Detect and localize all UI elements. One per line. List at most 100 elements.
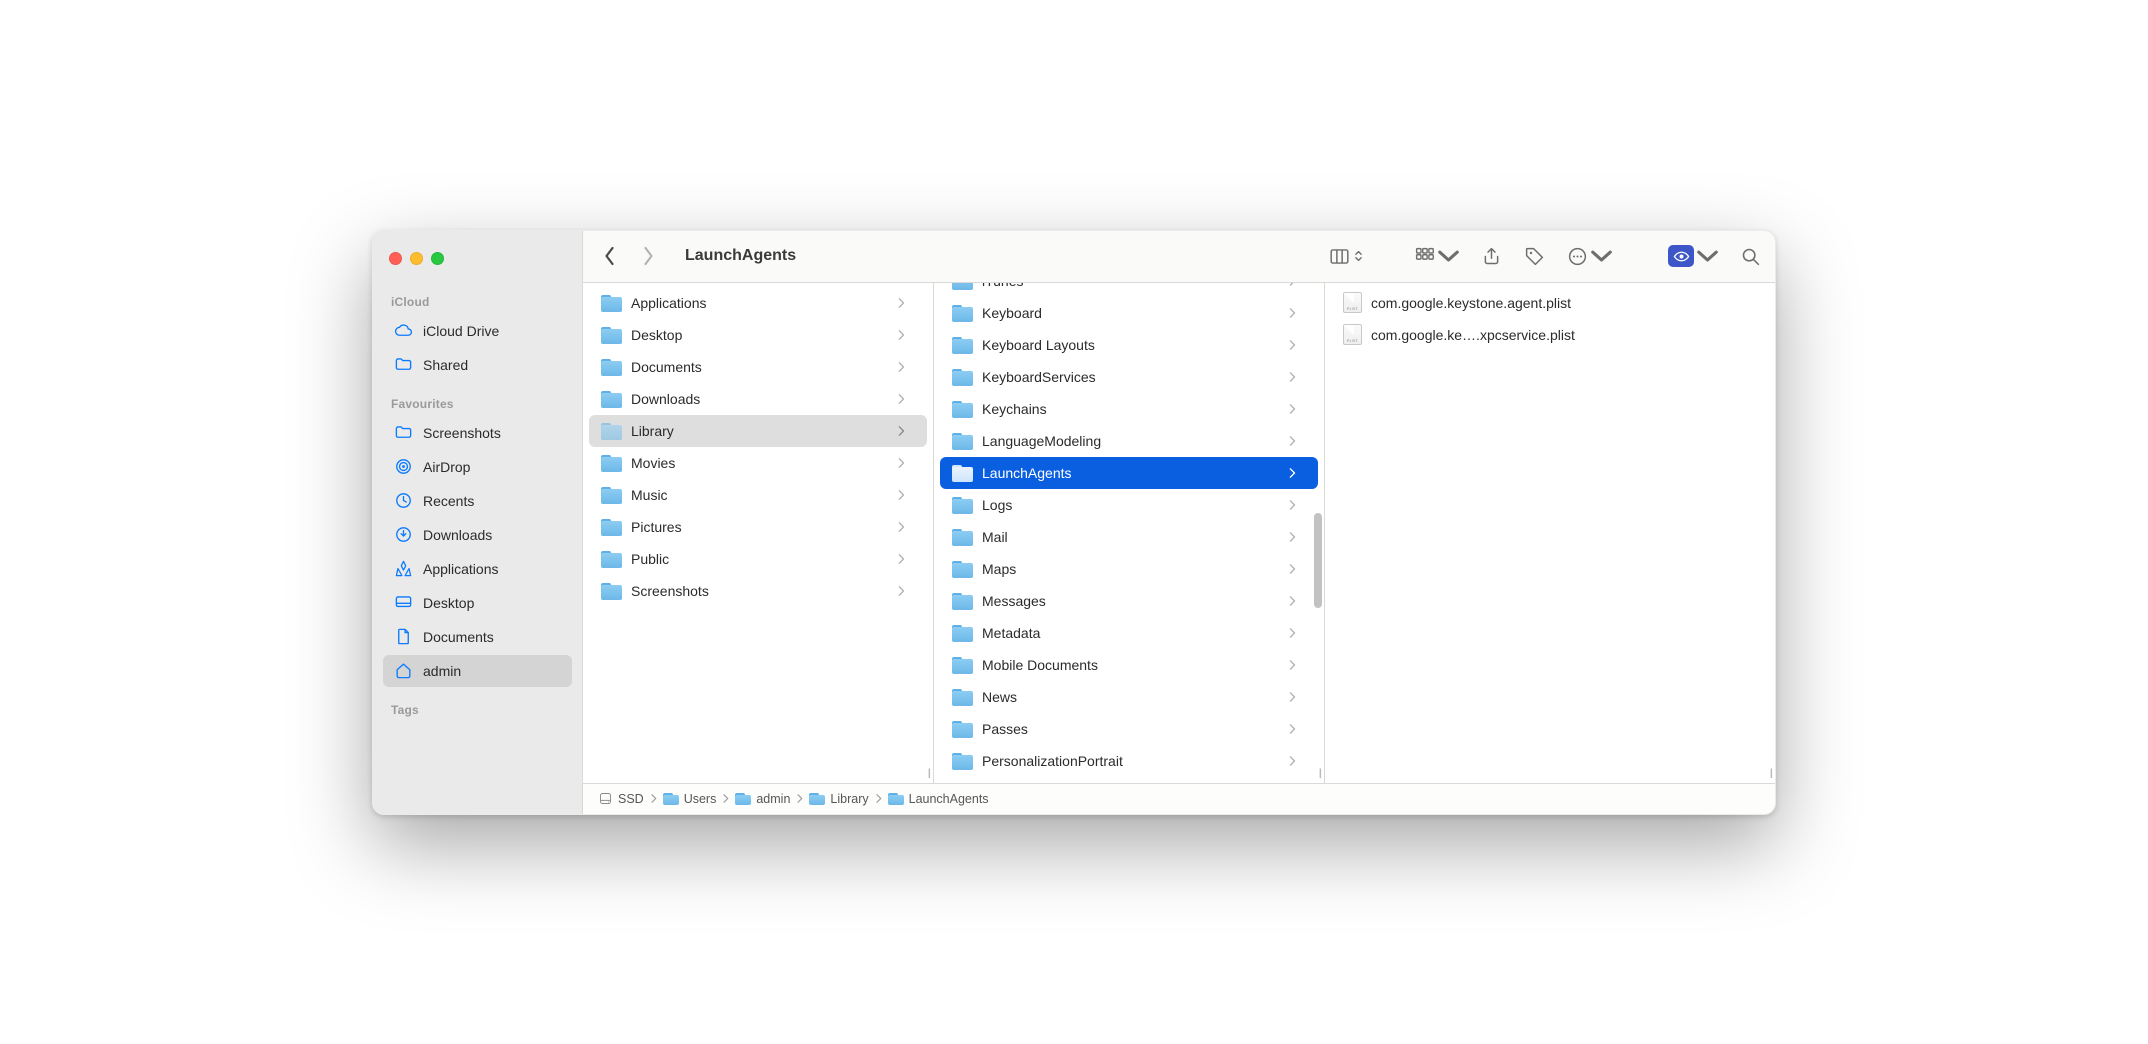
plist-icon: [1343, 292, 1362, 313]
file-row[interactable]: Public: [589, 543, 927, 575]
file-row[interactable]: Mobile Documents: [940, 649, 1318, 681]
tags-button[interactable]: [1524, 246, 1545, 267]
folder-icon: [888, 792, 904, 806]
file-row[interactable]: KeyboardServices: [940, 361, 1318, 393]
sidebar-item-applications[interactable]: Applications: [383, 553, 572, 585]
chevron-right-icon: [1288, 468, 1296, 478]
file-row[interactable]: Downloads: [589, 383, 927, 415]
file-row[interactable]: iTunes: [940, 283, 1318, 297]
file-label: Screenshots: [631, 583, 888, 599]
view-columns-button[interactable]: [1329, 246, 1364, 267]
sidebar-section-header: Favourites: [373, 393, 582, 417]
file-row[interactable]: com.google.keystone.agent.plist: [1331, 287, 1769, 319]
file-row[interactable]: Metadata: [940, 617, 1318, 649]
document-icon: [393, 627, 413, 647]
folder-icon: [952, 400, 973, 418]
file-row[interactable]: com.google.ke….xpcservice.plist: [1331, 319, 1769, 351]
sidebar-section-header: iCloud: [373, 291, 582, 315]
file-row[interactable]: Keychains: [940, 393, 1318, 425]
file-row[interactable]: Pictures: [589, 511, 927, 543]
file-row[interactable]: Keyboard Layouts: [940, 329, 1318, 361]
file-label: Downloads: [631, 391, 888, 407]
main-area: LaunchAgents: [583, 231, 1775, 814]
sidebar-item-airdrop[interactable]: AirDrop: [383, 451, 572, 483]
home-icon: [393, 661, 413, 681]
zoom-button[interactable]: [431, 252, 444, 265]
column-resize-handle[interactable]: ||: [1770, 768, 1771, 779]
sidebar-item-downloads[interactable]: Downloads: [383, 519, 572, 551]
path-crumb-ssd[interactable]: SSD: [597, 792, 644, 806]
sidebar-item-screenshots[interactable]: Screenshots: [383, 417, 572, 449]
folder-icon: [952, 624, 973, 642]
column-2[interactable]: com.google.keystone.agent.plist com.googl…: [1325, 283, 1775, 783]
path-crumb-launchagents[interactable]: LaunchAgents: [888, 792, 989, 806]
sidebar-item-documents[interactable]: Documents: [383, 621, 572, 653]
chevron-right-icon: [897, 330, 905, 340]
file-row[interactable]: Applications: [589, 287, 927, 319]
sidebar-item-icloud-drive[interactable]: iCloud Drive: [383, 315, 572, 347]
path-crumb-admin[interactable]: admin: [735, 792, 790, 806]
folder-icon: [952, 656, 973, 674]
sidebar-item-recents[interactable]: Recents: [383, 485, 572, 517]
folder-icon: [735, 792, 751, 806]
back-button[interactable]: [601, 246, 618, 266]
close-button[interactable]: [389, 252, 402, 265]
chevron-right-icon: [897, 298, 905, 308]
file-label: Logs: [982, 497, 1279, 513]
file-row[interactable]: Maps: [940, 553, 1318, 585]
sidebar-item-shared[interactable]: Shared: [383, 349, 572, 381]
path-crumb-label: LaunchAgents: [909, 792, 989, 806]
file-row[interactable]: Desktop: [589, 319, 927, 351]
folder-icon: [952, 560, 973, 578]
column-1[interactable]: iTunesKeyboardKeyboard LayoutsKeyboardSe…: [934, 283, 1325, 783]
action-menu-button[interactable]: [1567, 246, 1612, 267]
group-by-button[interactable]: [1414, 246, 1459, 267]
folder-icon: [952, 432, 973, 450]
file-row[interactable]: Screenshots: [589, 575, 927, 607]
file-row[interactable]: Mail: [940, 521, 1318, 553]
finder-window: iCloudiCloud Drive Shared Favourites Screen…: [372, 230, 1776, 815]
chevron-right-icon: [1288, 283, 1296, 286]
minimize-button[interactable]: [410, 252, 423, 265]
file-label: com.google.ke….xpcservice.plist: [1371, 327, 1747, 343]
file-row[interactable]: Music: [589, 479, 927, 511]
file-label: Metadata: [982, 625, 1279, 641]
file-label: Pictures: [631, 519, 888, 535]
path-crumb-label: Library: [830, 792, 868, 806]
file-row[interactable]: Logs: [940, 489, 1318, 521]
folder-icon: [601, 326, 622, 344]
file-row[interactable]: LanguageModeling: [940, 425, 1318, 457]
preview-toggle-button[interactable]: [1668, 245, 1718, 267]
sidebar-item-label: Shared: [423, 357, 468, 373]
sidebar-item-admin[interactable]: admin: [383, 655, 572, 687]
sidebar-item-label: Desktop: [423, 595, 474, 611]
column-resize-handle[interactable]: ||: [928, 768, 929, 779]
download-icon: [393, 525, 413, 545]
file-row[interactable]: Passes: [940, 713, 1318, 745]
file-row[interactable]: Movies: [589, 447, 927, 479]
chevron-right-icon: [897, 362, 905, 372]
forward-button[interactable]: [640, 246, 657, 266]
path-crumb-users[interactable]: Users: [663, 792, 717, 806]
folder-icon: [952, 304, 973, 322]
file-label: Library: [631, 423, 888, 439]
file-row[interactable]: Keyboard: [940, 297, 1318, 329]
file-row[interactable]: LaunchAgents: [940, 457, 1318, 489]
folder-icon: [809, 792, 825, 806]
column-0[interactable]: ApplicationsDesktopDocuments Downloads Lib…: [583, 283, 934, 783]
sidebar-item-desktop[interactable]: Desktop: [383, 587, 572, 619]
search-button[interactable]: [1740, 246, 1761, 267]
file-row[interactable]: News: [940, 681, 1318, 713]
share-button[interactable]: [1481, 246, 1502, 267]
sidebar-item-label: Screenshots: [423, 425, 501, 441]
file-row[interactable]: Documents: [589, 351, 927, 383]
path-crumb-library[interactable]: Library: [809, 792, 868, 806]
column-resize-handle[interactable]: ||: [1319, 768, 1320, 779]
file-row[interactable]: Library: [589, 415, 927, 447]
folder-icon: [601, 294, 622, 312]
folder-icon: [601, 454, 622, 472]
folder-icon: [952, 368, 973, 386]
file-row[interactable]: Messages: [940, 585, 1318, 617]
file-row[interactable]: PersonalizationPortrait: [940, 745, 1318, 777]
disk-icon: [597, 792, 613, 806]
